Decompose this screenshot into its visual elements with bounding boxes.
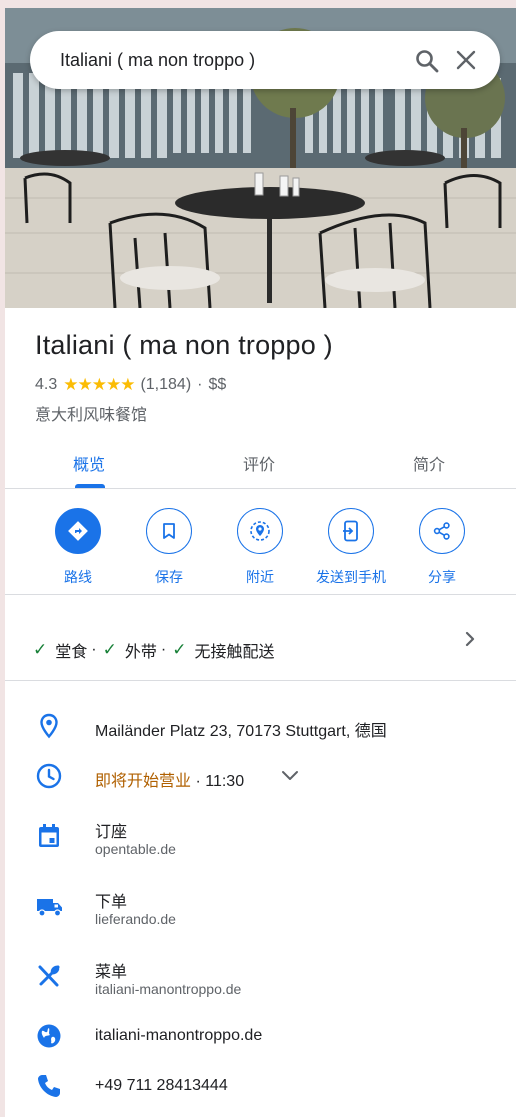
send-to-phone-label: 发送到手机 [316, 569, 386, 585]
phone-text: +49 711 28413444 [95, 1077, 228, 1094]
chevron-down-icon[interactable] [281, 768, 299, 787]
hours-status: 即将开始营业 [95, 773, 192, 790]
share-button[interactable]: 分享 [397, 508, 487, 587]
bookmark-icon [146, 508, 192, 554]
divider [5, 680, 516, 681]
search-bar[interactable]: Italiani ( ma non troppo ) [30, 31, 500, 89]
phone-icon [35, 1072, 63, 1100]
nearby-icon [237, 508, 283, 554]
save-button[interactable]: 保存 [124, 508, 214, 587]
directions-label: 路线 [64, 569, 92, 585]
hours-time: · 11:30 [191, 773, 245, 790]
hours-text: 即将开始营业 · 11:30 [95, 767, 244, 791]
search-icon[interactable] [414, 48, 440, 74]
service-dine-in: 堂食 [55, 644, 88, 661]
send-to-phone-icon [328, 508, 374, 554]
review-count[interactable]: (1,184) [140, 376, 191, 394]
order-site: lieferando.de [95, 911, 176, 927]
nearby-button[interactable]: 附近 [215, 508, 305, 587]
send-to-phone-button[interactable]: 发送到手机 [306, 508, 396, 587]
calendar-icon [35, 822, 63, 850]
tab-reviews[interactable]: 评价 [243, 451, 275, 475]
chevron-right-icon[interactable] [463, 630, 477, 653]
check-icon: ✓ [172, 640, 187, 659]
check-icon: ✓ [33, 640, 48, 659]
place-panel: Italiani ( ma non troppo ) Italiani ( ma… [5, 8, 516, 1117]
check-icon: ✓ [102, 640, 117, 659]
place-category[interactable]: 意大利风味餐馆 [35, 401, 147, 425]
star-rating: ★★★★★ [63, 375, 135, 394]
menu-label: 菜单 [95, 964, 128, 981]
separator-dot: · [91, 641, 97, 658]
service-options[interactable]: ✓ 堂食 · ✓ 外带 · ✓ 无接触配送 [33, 638, 274, 662]
place-photo[interactable]: Italiani ( ma non troppo ) [5, 8, 516, 308]
clock-icon [35, 762, 63, 790]
service-no-contact-delivery: 无接触配送 [194, 644, 275, 661]
nearby-label: 附近 [246, 569, 274, 585]
search-query[interactable]: Italiani ( ma non troppo ) [60, 50, 255, 71]
place-title: Italiani ( ma non troppo ) [35, 330, 333, 360]
save-label: 保存 [155, 569, 183, 585]
share-label: 分享 [428, 569, 456, 585]
divider [5, 594, 516, 595]
share-icon [419, 508, 465, 554]
website-text: italiani-manontroppo.de [95, 1027, 263, 1044]
reserve-label: 订座 [95, 824, 128, 841]
reserve-site: opentable.de [95, 841, 176, 857]
price-level: $$ [208, 376, 227, 393]
address-text: Mailänder Platz 23, 70173 Stuttgart, 德国 [95, 723, 387, 740]
menu-site: italiani-manontroppo.de [95, 981, 242, 997]
order-label: 下单 [95, 894, 128, 911]
utensils-icon [35, 962, 63, 990]
rating-value: 4.3 [35, 376, 58, 393]
delivery-truck-icon [35, 892, 63, 920]
tab-about[interactable]: 简介 [413, 451, 445, 475]
divider [5, 488, 516, 489]
globe-icon [35, 1022, 63, 1050]
separator-dot: · [197, 376, 203, 393]
location-pin-icon [35, 712, 63, 740]
tab-overview[interactable]: 概览 [73, 451, 105, 475]
service-takeout: 外带 [124, 644, 157, 661]
separator-dot: · [160, 641, 167, 658]
rating-row: 4.3 ★★★★★ (1,184) · $$ [35, 375, 226, 395]
directions-button[interactable]: 路线 [33, 508, 123, 587]
directions-icon [55, 508, 101, 554]
